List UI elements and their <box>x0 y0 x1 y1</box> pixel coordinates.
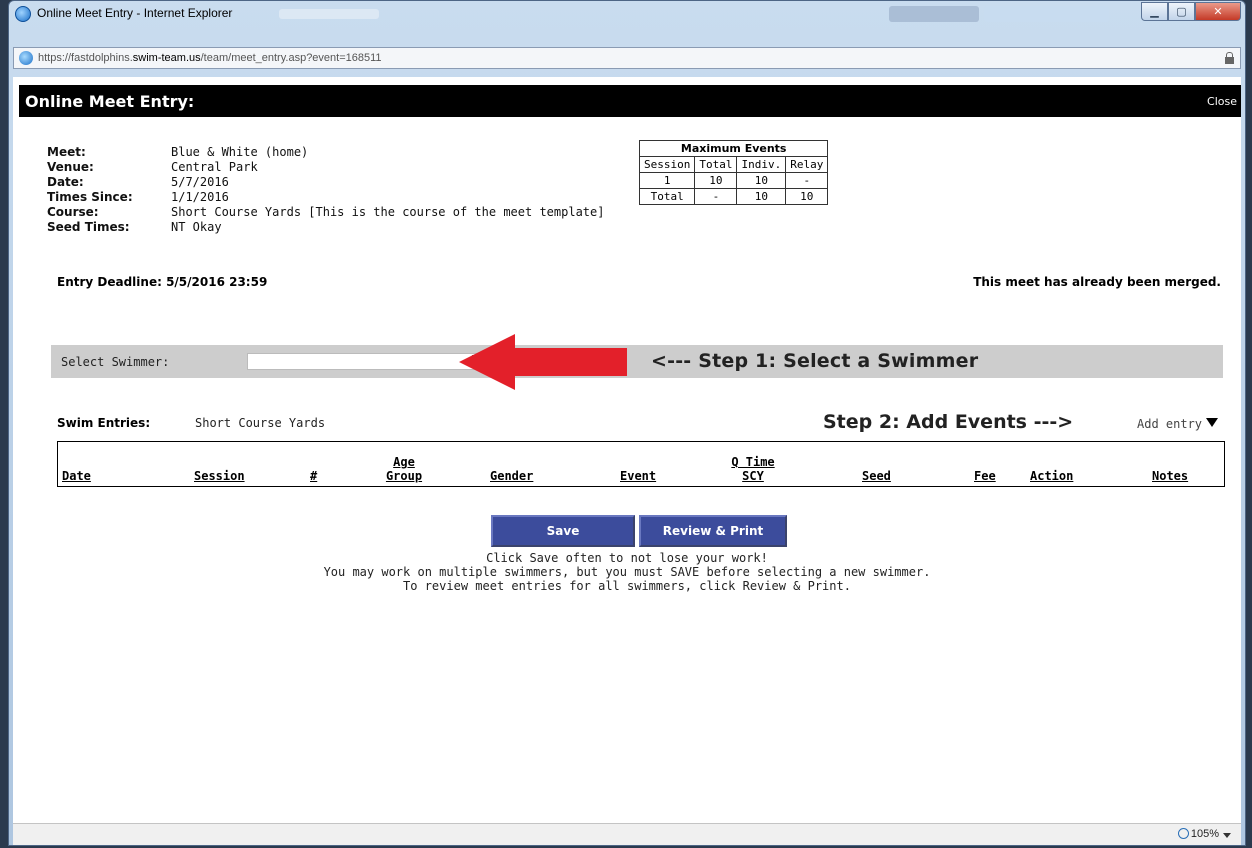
meet-info: Meet: Blue & White (home) Venue: Central P… <box>47 145 604 235</box>
swim-entries-label: Swim Entries: <box>57 416 151 430</box>
max-events-cell: - <box>694 188 738 205</box>
max-events-header: Session <box>638 156 696 173</box>
add-entry-link[interactable]: Add entry <box>1137 417 1202 431</box>
col-qtime-bottom: SCY <box>742 469 764 483</box>
close-window-button[interactable]: ✕ <box>1195 2 1241 21</box>
info-value: Blue & White (home) <box>171 145 309 159</box>
blurred-taskbar-item <box>984 6 1109 22</box>
dialog-header: Online Meet Entry: Close <box>19 85 1241 117</box>
info-label: Meet: <box>47 145 86 159</box>
ie-logo-icon <box>15 6 31 22</box>
max-events-header: Relay <box>785 156 829 173</box>
meet-info-row: Seed Times: NT Okay <box>47 220 604 235</box>
blurred-tab <box>279 9 379 19</box>
info-label: Course: <box>47 205 99 219</box>
col-notes[interactable]: Notes <box>1152 469 1188 483</box>
help-line: You may work on multiple swimmers, but y… <box>323 565 931 579</box>
max-events-header: Indiv. <box>736 156 787 173</box>
blurred-taskbar-item <box>889 6 979 22</box>
browser-window: Online Meet Entry - Internet Explorer ▁ … <box>8 0 1246 846</box>
col-date[interactable]: Date <box>62 469 91 483</box>
select-swimmer-label: Select Swimmer: <box>61 355 170 369</box>
step1-instruction: <--- Step 1: Select a Swimmer <box>651 350 979 372</box>
max-events-table: Maximum Events Session Total Indiv. Rela… <box>638 140 829 205</box>
help-line: Click Save often to not lose your work! <box>486 551 768 565</box>
window-controls: ▁ ▢ ✕ <box>1141 2 1241 21</box>
max-events-cell: - <box>785 172 829 189</box>
window-title: Online Meet Entry - Internet Explorer <box>37 6 233 20</box>
col-seed[interactable]: Seed <box>862 469 891 483</box>
help-line: To review meet entries for all swimmers,… <box>403 579 851 593</box>
zoom-level: 105% <box>1190 828 1219 840</box>
save-button[interactable]: Save <box>491 515 635 547</box>
swimmer-select[interactable]: ▼ <box>247 353 491 370</box>
col-number[interactable]: # <box>310 469 317 483</box>
meet-info-row: Course: Short Course Yards [This is the c… <box>47 205 604 220</box>
merged-notice: This meet has already been merged. <box>973 275 1221 289</box>
ie-page-icon <box>19 51 33 65</box>
info-value: 1/1/2016 <box>171 190 229 204</box>
meet-info-row: Date: 5/7/2016 <box>47 175 604 190</box>
col-fee[interactable]: Fee <box>974 469 996 483</box>
col-gender[interactable]: Gender <box>490 469 533 483</box>
entry-deadline: Entry Deadline: 5/5/2016 23:59 <box>57 275 268 289</box>
col-qtime[interactable]: Q Time SCY <box>718 455 788 483</box>
col-age-group-top: Age <box>393 455 415 469</box>
review-print-button[interactable]: Review & Print <box>639 515 787 547</box>
dialog-title: Online Meet Entry: <box>25 92 195 111</box>
max-events-cell: Total <box>638 188 696 205</box>
page-content: Online Meet Entry: Close Meet: Blue & Whi… <box>13 77 1241 823</box>
address-bar[interactable]: https://fastdolphins.swim-team.us/team/m… <box>13 47 1241 69</box>
max-events-header: Total <box>694 156 738 173</box>
max-events-cell: 10 <box>785 188 829 205</box>
col-qtime-top: Q Time <box>731 455 775 469</box>
magnifier-icon <box>1177 828 1189 839</box>
col-session[interactable]: Session <box>194 469 245 483</box>
info-value: NT Okay <box>171 220 222 234</box>
select-swimmer-bar: Select Swimmer: ▼ <box>51 345 1223 378</box>
info-label: Venue: <box>47 160 94 174</box>
col-age-group[interactable]: Age Group <box>374 455 434 483</box>
minimize-button[interactable]: ▁ <box>1141 2 1168 21</box>
max-events-cell: 1 <box>638 172 696 189</box>
info-label: Date: <box>47 175 84 189</box>
info-value: Central Park <box>171 160 258 174</box>
status-bar: 105% <box>13 823 1241 845</box>
zoom-dropdown-icon[interactable] <box>1223 833 1231 838</box>
close-link[interactable]: Close <box>1207 95 1237 108</box>
url-domain: swim-team.us <box>132 52 201 64</box>
red-arrow-icon <box>459 334 627 390</box>
col-event[interactable]: Event <box>620 469 656 483</box>
meet-info-row: Meet: Blue & White (home) <box>47 145 604 160</box>
lock-icon[interactable] <box>1225 52 1234 64</box>
max-events-cell: 10 <box>736 188 787 205</box>
max-events-cell: 10 <box>694 172 738 189</box>
entries-table: Date Session # Age Group Gender Event Q T… <box>57 441 1225 487</box>
info-value: Short Course Yards [This is the course o… <box>171 205 605 219</box>
url-path: /team/meet_entry.asp?event=168511 <box>200 52 382 64</box>
info-label: Seed Times: <box>47 220 130 234</box>
url-prefix: https://fastdolphins. <box>38 52 133 64</box>
step2-instruction: Step 2: Add Events ---> <box>823 411 1074 433</box>
meet-info-row: Times Since: 1/1/2016 <box>47 190 604 205</box>
url-text[interactable]: https://fastdolphins.swim-team.us/team/m… <box>38 52 382 64</box>
title-bar: Online Meet Entry - Internet Explorer ▁ … <box>9 1 1245 27</box>
col-age-group-bottom: Group <box>385 469 423 483</box>
meet-info-row: Venue: Central Park <box>47 160 604 175</box>
swim-entries-course: Short Course Yards <box>195 416 326 430</box>
max-events-cell: 10 <box>736 172 787 189</box>
zoom-control[interactable]: 105% <box>1177 828 1219 840</box>
triangle-down-icon[interactable] <box>1206 418 1218 427</box>
maximize-button[interactable]: ▢ <box>1168 2 1195 21</box>
info-label: Times Since: <box>47 190 133 204</box>
info-value: 5/7/2016 <box>171 175 229 189</box>
max-events-title: Maximum Events <box>638 140 829 157</box>
col-action[interactable]: Action <box>1030 469 1073 483</box>
